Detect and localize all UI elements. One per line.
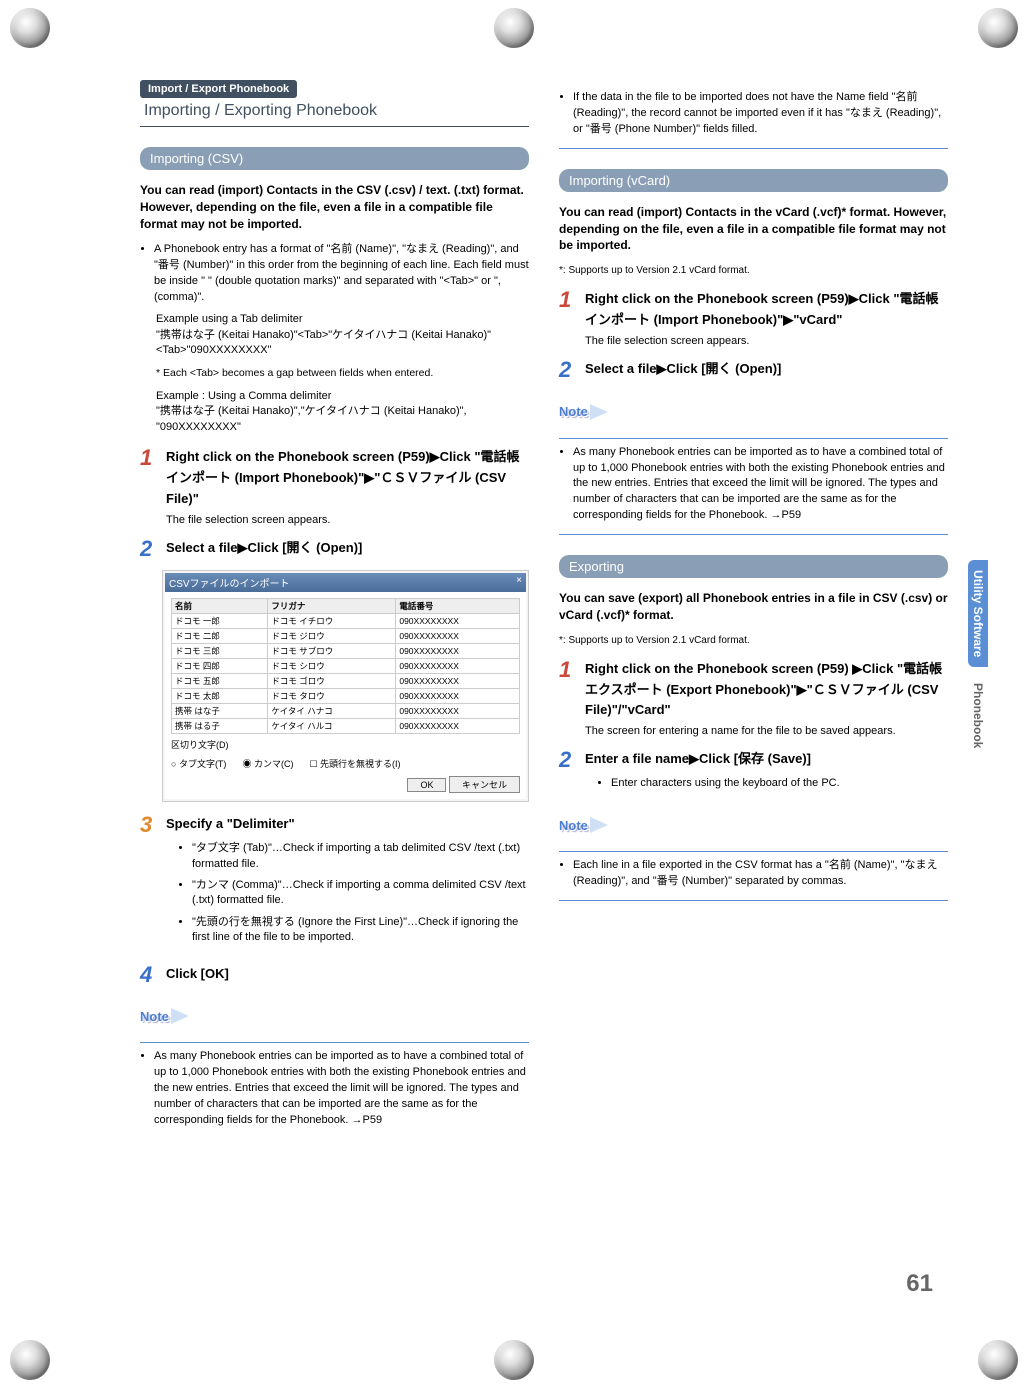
separator [559,534,948,535]
export-footnote: *: Supports up to Version 2.1 vCard form… [559,634,948,647]
note-arrow-icon [590,817,608,833]
subsection-importing-vcard: Importing (vCard) [559,169,948,192]
separator [559,900,948,901]
subsection-importing-csv: Importing (CSV) [140,147,529,170]
table-row: 携帯 はる子ケイタイ ハルコ090XXXXXXXX [172,719,520,734]
col-name: 名前 [172,599,268,614]
note-label: Note [140,1009,173,1024]
vcard-step1-desc: The file selection screen appears. [585,335,948,347]
table-row: ドコモ 一郎ドコモ イチロウ090XXXXXXXX [172,614,520,629]
csv-import-dialog: CSVファイルのインポート × 名前 フリガナ 電話番号 ドコモ 一郎ドコモ イ… [162,570,529,802]
left-column: Import / Export Phonebook Importing / Ex… [140,80,529,1133]
example-comma-title: Example : Using a Comma delimiter [156,390,331,402]
step-number-2: 2 [559,749,577,797]
table-row: ドコモ 五郎ドコモ ゴロウ090XXXXXXXX [172,674,520,689]
dialog-ok-button[interactable]: OK [407,778,446,792]
example-comma: "携帯はな子 (Keitai Hanako)","ケイタイハナコ (Keitai… [156,405,467,432]
export-note1: Each line in a file exported in the CSV … [573,858,948,890]
example-tab: "携帯はな子 (Keitai Hanako)"<Tab>"ケイタイハナコ (Ke… [156,329,491,356]
separator [559,148,948,149]
csv-step1-desc: The file selection screen appears. [166,514,529,526]
note-badge: Note [559,817,608,833]
example-tab-star: * Each <Tab> becomes a gap between field… [156,366,529,381]
hole [494,1340,534,1380]
step-number-2: 2 [559,359,577,384]
csv-format-note: A Phonebook entry has a format of "名前 (N… [154,242,529,306]
table-row: ドコモ 太郎ドコモ タロウ090XXXXXXXX [172,689,520,704]
separator [559,851,948,852]
step-number-2: 2 [140,538,158,563]
note-label: Note [559,818,592,833]
csv-step3-bullet2: "カンマ (Comma)"…Check if importing a comma… [192,878,529,909]
csv-intro: You can read (import) Contacts in the CS… [140,182,529,232]
delimiter-label: 区切り文字(D) [171,738,520,751]
vcard-note1: As many Phonebook entries can be importe… [573,445,948,525]
subsection-exporting: Exporting [559,555,948,578]
note-arrow-icon [171,1008,189,1024]
note-arrow-icon [590,404,608,420]
step-number-1: 1 [559,289,577,347]
binder-holes-bottom [0,1340,1028,1380]
vcard-intro: You can read (import) Contacts in the vC… [559,204,948,254]
step-number-4: 4 [140,964,158,989]
export-intro: You can save (export) all Phonebook entr… [559,590,948,624]
csv-step3-bullet3: "先頭の行を無視する (Ignore the First Line)"…Chec… [192,915,529,946]
export-step1-title: Right click on the Phonebook screen (P59… [585,659,948,721]
section-badge: Import / Export Phonebook [140,80,297,98]
page-number: 61 [906,1270,933,1298]
vcard-step1-title: Right click on the Phonebook screen (P59… [585,289,948,331]
section-title: Importing / Exporting Phonebook [140,98,529,127]
table-row: ドコモ 四郎ドコモ シロウ090XXXXXXXX [172,659,520,674]
check-ignore[interactable]: ☐ 先頭行を無視する(I) [309,757,400,770]
dialog-cancel-button[interactable]: キャンセル [449,776,520,793]
dialog-title: CSVファイルのインポート [169,575,290,590]
csv-step4-title: Click [OK] [166,964,529,985]
csv-step3-bullet1: "タブ文字 (Tab)"…Check if importing a tab de… [192,841,529,872]
export-step1-desc: The screen for entering a name for the f… [585,725,948,737]
col-reading: フリガナ [268,599,396,614]
export-step2-title: Enter a file name▶Click [保存 (Save)] [585,749,948,770]
csv-step1-title: Right click on the Phonebook screen (P59… [166,447,529,509]
note-badge: Note [140,1008,189,1024]
separator [559,438,948,439]
csv-step2-title: Select a file▶Click [開く (Open)] [166,538,529,559]
radio-tab[interactable]: ○ タブ文字(T) [171,757,226,770]
example-tab-title: Example using a Tab delimiter [156,313,303,325]
note-label: Note [559,404,592,419]
vcard-footnote: *: Supports up to Version 2.1 vCard form… [559,264,948,277]
right-column: If the data in the file to be imported d… [559,80,948,1133]
col-number: 電話番号 [396,599,520,614]
vcard-step2-title: Select a file▶Click [開く (Open)] [585,359,948,380]
step-number-3: 3 [140,814,158,951]
hole [10,1340,50,1380]
dialog-table: 名前 フリガナ 電話番号 ドコモ 一郎ドコモ イチロウ090XXXXXXXXドコ… [171,598,520,734]
radio-comma[interactable]: ◉ カンマ(C) [242,757,293,770]
csv-note1: As many Phonebook entries can be importe… [154,1049,529,1129]
csv-step3-title: Specify a "Delimiter" [166,814,529,835]
step-number-1: 1 [559,659,577,737]
table-row: ドコモ 二郎ドコモ ジロウ090XXXXXXXX [172,629,520,644]
hole [978,1340,1018,1380]
table-row: 携帯 はな子ケイタイ ハナコ090XXXXXXXX [172,704,520,719]
table-row: ドコモ 三郎ドコモ サブロウ090XXXXXXXX [172,644,520,659]
note-badge: Note [559,404,608,420]
separator [140,1042,529,1043]
step-number-1: 1 [140,447,158,525]
dialog-close-icon[interactable]: × [516,575,522,590]
csv-note2: If the data in the file to be imported d… [573,90,948,138]
export-step2-bullet1: Enter characters using the keyboard of t… [611,776,948,791]
